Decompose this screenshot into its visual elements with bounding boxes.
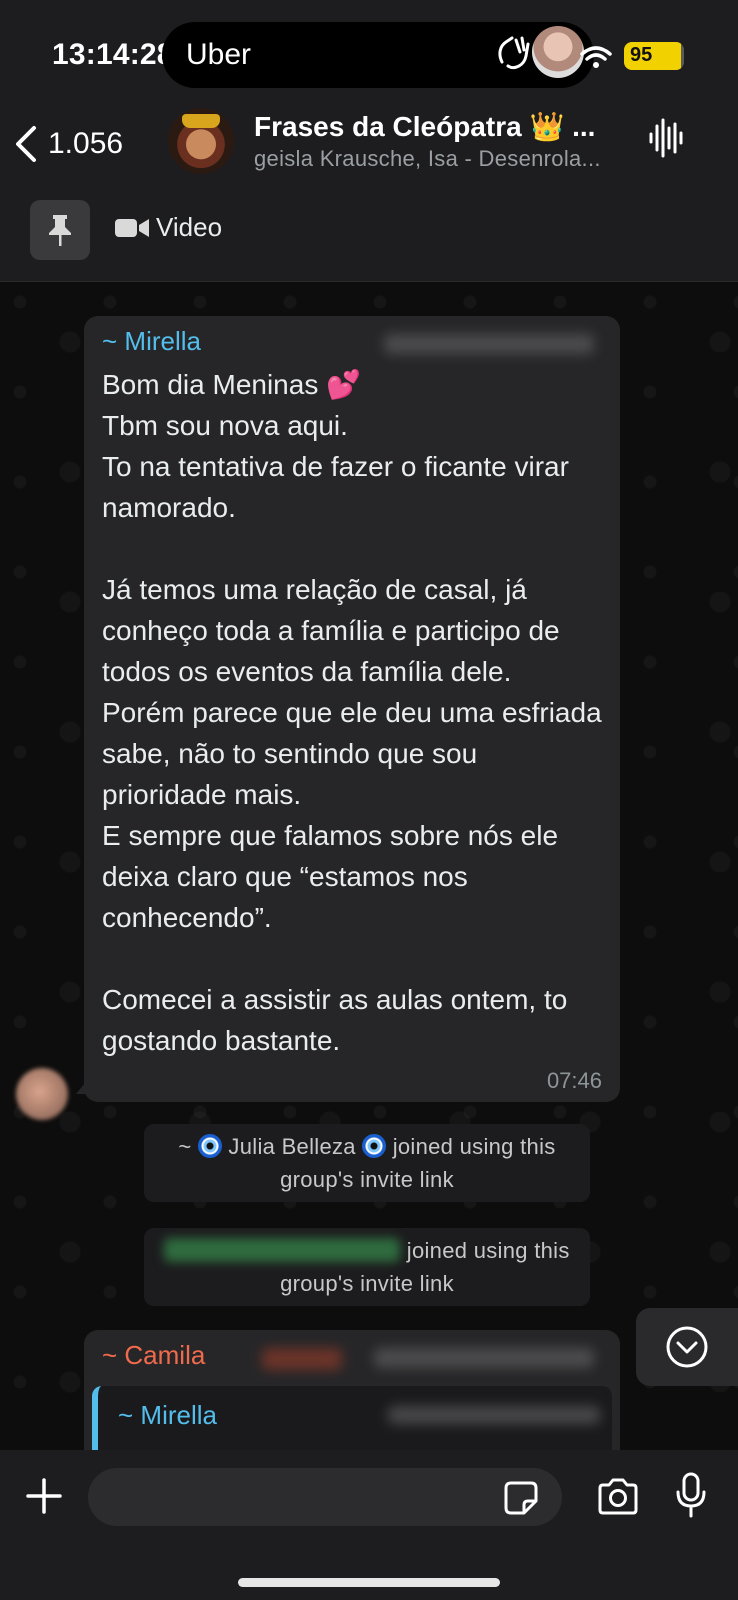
- avatar-crown: [182, 114, 220, 128]
- status-time: 13:14:28: [52, 38, 174, 71]
- message-sender[interactable]: ~ Mirella: [102, 326, 201, 357]
- battery-percent: 95: [630, 44, 653, 66]
- redacted-phone: [374, 1348, 594, 1368]
- scroll-down-button[interactable]: [636, 1308, 738, 1386]
- pin-button[interactable]: [30, 200, 90, 260]
- pinned-video-label: Video: [156, 212, 223, 242]
- redacted-phone: [164, 1238, 401, 1262]
- message-time: 07:46: [546, 1068, 602, 1093]
- redacted-phone: [388, 1406, 600, 1424]
- message-bubble[interactable]: ~ Mirella Bom dia Meninas 💕 Tbm sou nova…: [84, 316, 620, 1102]
- plus-icon[interactable]: [26, 1478, 62, 1514]
- chevron-down-circle-icon: [666, 1326, 708, 1368]
- message-composer: [0, 1450, 738, 1600]
- sticker-icon[interactable]: [504, 1481, 538, 1515]
- system-message-line1: ~ Julia Belleza joined using this: [144, 1130, 590, 1163]
- video-camera-icon: [115, 218, 149, 237]
- message-sender[interactable]: ~ Camila: [102, 1340, 205, 1371]
- system-prefix: ~: [178, 1134, 192, 1159]
- evil-eye-icon: [198, 1134, 222, 1158]
- waveform-icon[interactable]: [648, 116, 684, 160]
- redacted-phone: [384, 334, 594, 354]
- joined-user-name: Julia Belleza: [228, 1134, 356, 1159]
- home-indicator: [238, 1578, 500, 1587]
- chat-header: 1.056 Frases da Cleópatra 👑 ... geisla K…: [0, 100, 738, 282]
- unread-count: 1.056: [48, 127, 124, 160]
- quoted-sender: ~ Mirella: [118, 1400, 217, 1430]
- redacted-name: [262, 1348, 342, 1370]
- back-button[interactable]: 1.056: [14, 120, 123, 168]
- sender-avatar[interactable]: [16, 1068, 68, 1120]
- quoted-message[interactable]: ~ Mirella: [92, 1386, 612, 1450]
- group-title[interactable]: Frases da Cleópatra 👑 ...: [254, 110, 624, 143]
- pin-icon: [49, 215, 71, 246]
- wifi-icon: [580, 46, 612, 68]
- evil-eye-icon: [362, 1134, 387, 1158]
- chevron-left-icon: [16, 126, 36, 162]
- message-text: Bom dia Meninas 💕 Tbm sou nova aqui. To …: [102, 369, 602, 1056]
- pinned-video[interactable]: Video: [114, 212, 222, 243]
- waving-hand-icon: [498, 36, 530, 70]
- island-avatar: [532, 26, 584, 78]
- system-suffix: joined using this: [392, 1134, 556, 1159]
- system-message-line1: joined using this: [144, 1234, 590, 1267]
- system-suffix: joined using this: [406, 1238, 570, 1263]
- status-app-name: Uber: [186, 38, 252, 71]
- group-members[interactable]: geisla Krausche, Isa - Desenrola...: [254, 146, 616, 172]
- system-message: ~ Julia Belleza joined using this group'…: [144, 1124, 590, 1202]
- group-avatar[interactable]: [168, 108, 234, 174]
- system-message-line2: group's invite link: [280, 1271, 454, 1296]
- message-bubble[interactable]: ~ Camila ~ Mirella: [84, 1330, 620, 1450]
- battery-indicator: 95: [624, 42, 684, 70]
- chat-area[interactable]: ~ Mirella Bom dia Meninas 💕 Tbm sou nova…: [0, 282, 738, 1450]
- status-bar: 13:14:28 Uber 95: [0, 0, 738, 100]
- system-message-line2: group's invite link: [280, 1167, 454, 1192]
- camera-icon[interactable]: [596, 1478, 640, 1516]
- message-input[interactable]: [88, 1468, 562, 1526]
- microphone-icon[interactable]: [676, 1472, 706, 1518]
- system-message: joined using this group's invite link: [144, 1228, 590, 1306]
